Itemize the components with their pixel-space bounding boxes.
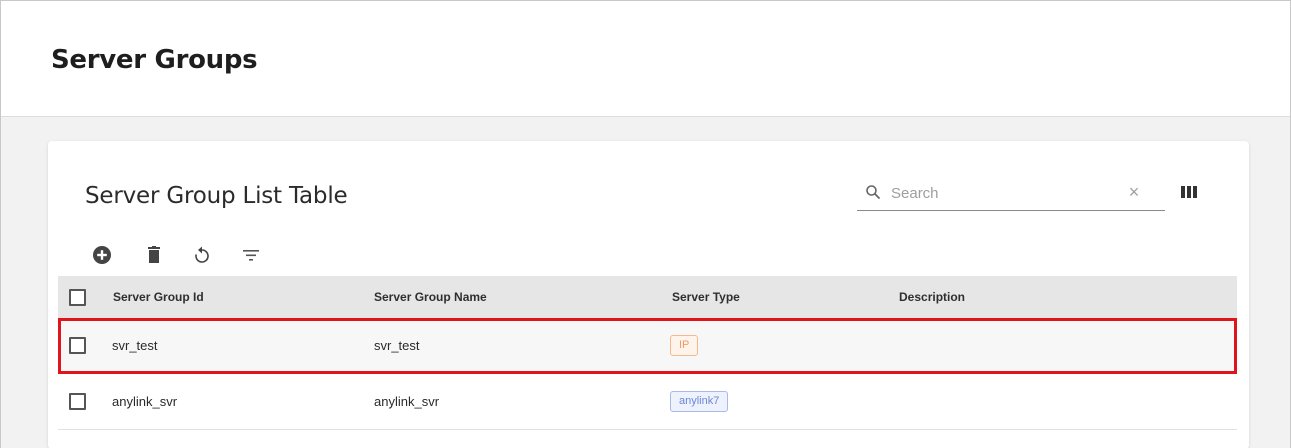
select-all-cell (69, 276, 99, 318)
refresh-button[interactable] (190, 242, 214, 268)
search-icon (866, 185, 880, 199)
row-group-name: anylink_svr (374, 394, 440, 409)
filter-button[interactable] (239, 242, 263, 268)
table-header-row: Server Group Id Server Group Name Server… (58, 276, 1237, 318)
app-frame: Server Groups Server Group List Table × (0, 0, 1291, 448)
filter-icon (243, 250, 259, 261)
row-select-cell (69, 374, 99, 429)
table-card: Server Group List Table × (48, 141, 1249, 448)
row-checkbox[interactable] (69, 337, 86, 354)
row-group-name: svr_test (374, 338, 420, 353)
row-group-id: anylink_svr (112, 394, 178, 409)
table-row[interactable]: anylink_svr anylink_svr anylink7 (58, 374, 1237, 430)
delete-button[interactable] (142, 242, 166, 268)
select-all-checkbox[interactable] (69, 288, 86, 306)
row-type-cell: IP (670, 318, 699, 373)
server-group-table: Server Group Id Server Group Name Server… (58, 276, 1237, 430)
column-header-id[interactable]: Server Group Id (113, 276, 204, 318)
row-checkbox[interactable] (69, 393, 86, 410)
search-box: × (857, 177, 1165, 211)
column-header-description[interactable]: Description (899, 276, 965, 318)
column-header-name[interactable]: Server Group Name (374, 276, 487, 318)
add-button[interactable] (90, 242, 114, 268)
search-input[interactable] (891, 181, 1111, 205)
page-title: Server Groups (51, 45, 258, 75)
row-group-id: svr_test (112, 338, 158, 353)
add-circle-icon (93, 246, 111, 264)
trash-icon (148, 246, 160, 263)
column-header-type[interactable]: Server Type (672, 276, 740, 318)
table-title: Server Group List Table (85, 183, 348, 209)
columns-icon[interactable] (1179, 184, 1199, 200)
server-type-badge: anylink7 (670, 391, 729, 412)
row-type-cell: anylink7 (670, 374, 729, 429)
table-row[interactable]: svr_test svr_test IP (58, 318, 1237, 374)
server-type-badge: IP (670, 335, 699, 356)
row-select-cell (69, 318, 99, 373)
page-header: Server Groups (1, 1, 1290, 117)
close-icon[interactable]: × (1125, 183, 1143, 201)
refresh-icon (195, 246, 209, 263)
